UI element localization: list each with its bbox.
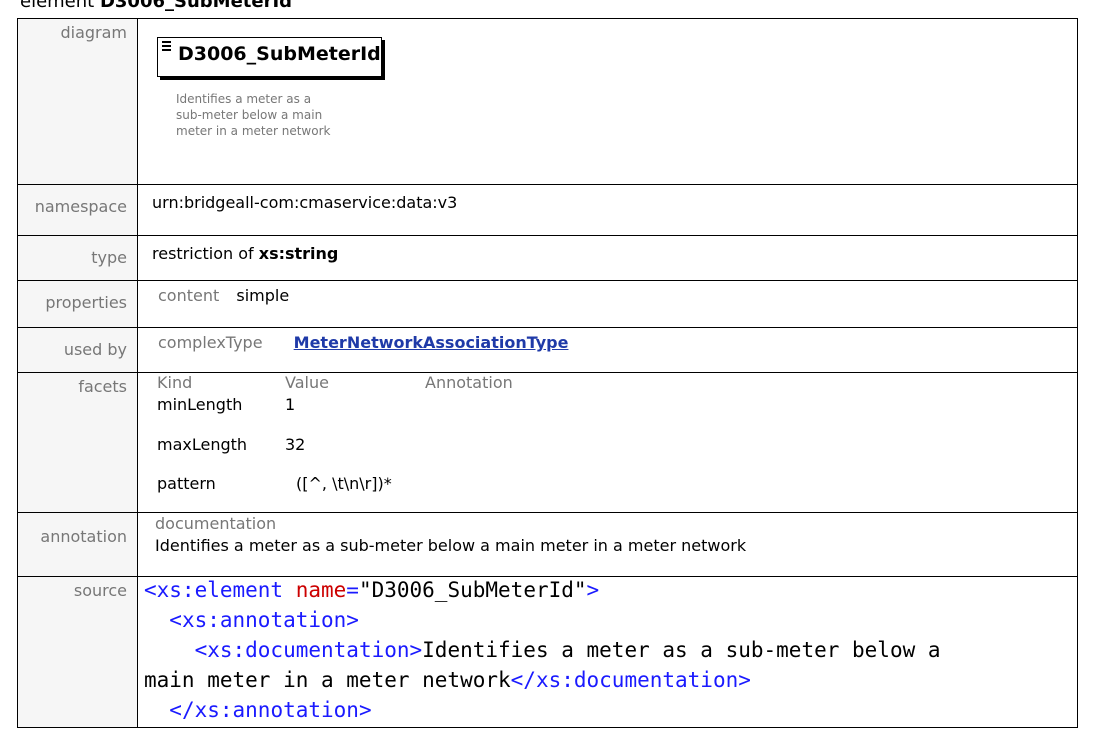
source-code: <xs:element name="D3006_SubMeterId"> <xs… — [138, 575, 1063, 725]
row-label-type: type — [17, 235, 138, 281]
diagram-element-box: D3006_SubMeterId — [157, 37, 382, 77]
facet-kind: pattern — [157, 474, 216, 493]
annotation-cell: documentation Identifies a meter as a su… — [137, 512, 1078, 577]
row-facets: facets Kind Value Annotation minLength 1… — [17, 372, 1078, 513]
row-label-namespace: namespace — [17, 184, 138, 236]
type-prefix: restriction of — [152, 244, 254, 263]
row-namespace: namespace urn:bridgeall-com:cmaservice:d… — [17, 184, 1078, 236]
facets-table: Kind Value Annotation minLength 1 maxLen… — [138, 373, 1077, 508]
src-el-open: <xs:element — [144, 578, 284, 602]
row-used-by: used by complexType MeterNetworkAssociat… — [17, 327, 1078, 373]
src-gt: > — [586, 578, 600, 602]
row-label-diagram: diagram — [17, 18, 138, 185]
facet-value: ([^, \t\n\r])* — [296, 474, 392, 493]
title-element-name: D3006_SubMeterId — [99, 0, 293, 12]
src-attr-name: name — [283, 578, 347, 602]
diagram-element-name: D3006_SubMeterId — [178, 43, 381, 65]
diagram-doc-line: Identifies a meter as a — [176, 92, 312, 106]
row-label-annotation: annotation — [17, 512, 138, 577]
facets-cell: Kind Value Annotation minLength 1 maxLen… — [137, 372, 1078, 513]
row-label-facets: facets — [17, 372, 138, 513]
used-by-value: complexType MeterNetworkAssociationType — [137, 327, 1078, 373]
facet-header-annotation: Annotation — [425, 373, 513, 392]
used-by-link[interactable]: MeterNetworkAssociationType — [294, 333, 569, 352]
row-label-source: source — [17, 576, 138, 728]
annotation-text: Identifies a meter as a sub-meter below … — [155, 536, 747, 555]
src-doc-text-2: main meter in a meter network — [144, 668, 511, 692]
facet-header-kind: Kind — [157, 373, 193, 392]
annotation-sub-label: documentation — [155, 514, 277, 533]
type-base: xs:string — [258, 244, 339, 263]
row-type: type restriction of xs:string — [17, 235, 1078, 281]
type-value: restriction of xs:string — [137, 235, 1078, 281]
element-doc-icon — [162, 41, 171, 53]
diagram-doc-line: meter in a meter network — [176, 124, 331, 138]
facet-value: 32 — [285, 435, 306, 454]
src-ann-close: </xs:annotation> — [169, 698, 372, 722]
src-doc-close: </xs:documentation> — [510, 668, 751, 692]
src-eq: = — [346, 578, 359, 602]
used-by-key: complexType — [158, 333, 263, 352]
namespace-value: urn:bridgeall-com:cmaservice:data:v3 — [137, 184, 1078, 236]
page-title: element D3006_SubMeterId — [20, 0, 292, 12]
row-annotation: annotation documentation Identifies a me… — [17, 512, 1078, 577]
facet-header-value: Value — [285, 373, 329, 392]
properties-value: content simple — [137, 280, 1078, 328]
facet-kind: maxLength — [157, 435, 248, 454]
source-cell: <xs:element name="D3006_SubMeterId"> <xs… — [137, 575, 1078, 728]
properties-val: simple — [236, 286, 290, 305]
diagram-doc-text: Identifies a meter as a sub-meter below … — [176, 91, 366, 139]
diagram-doc-line: sub-meter below a main — [176, 108, 323, 122]
row-source: source <xs:element name="D3006_SubMeterI… — [17, 575, 1078, 728]
title-prefix: element — [20, 0, 95, 12]
properties-key: content — [158, 286, 220, 305]
src-doc-open: <xs:documentation> — [194, 638, 423, 662]
row-label-used-by: used by — [17, 327, 138, 373]
src-attr-val: "D3006_SubMeterId" — [358, 578, 587, 602]
row-properties: properties content simple — [17, 280, 1078, 328]
facet-value: 1 — [285, 395, 296, 414]
row-label-properties: properties — [17, 280, 138, 328]
src-doc-text-1: Identifies a meter as a sub-meter below … — [422, 638, 941, 662]
src-ann-open: <xs:annotation> — [169, 608, 359, 632]
facet-kind: minLength — [157, 395, 243, 414]
